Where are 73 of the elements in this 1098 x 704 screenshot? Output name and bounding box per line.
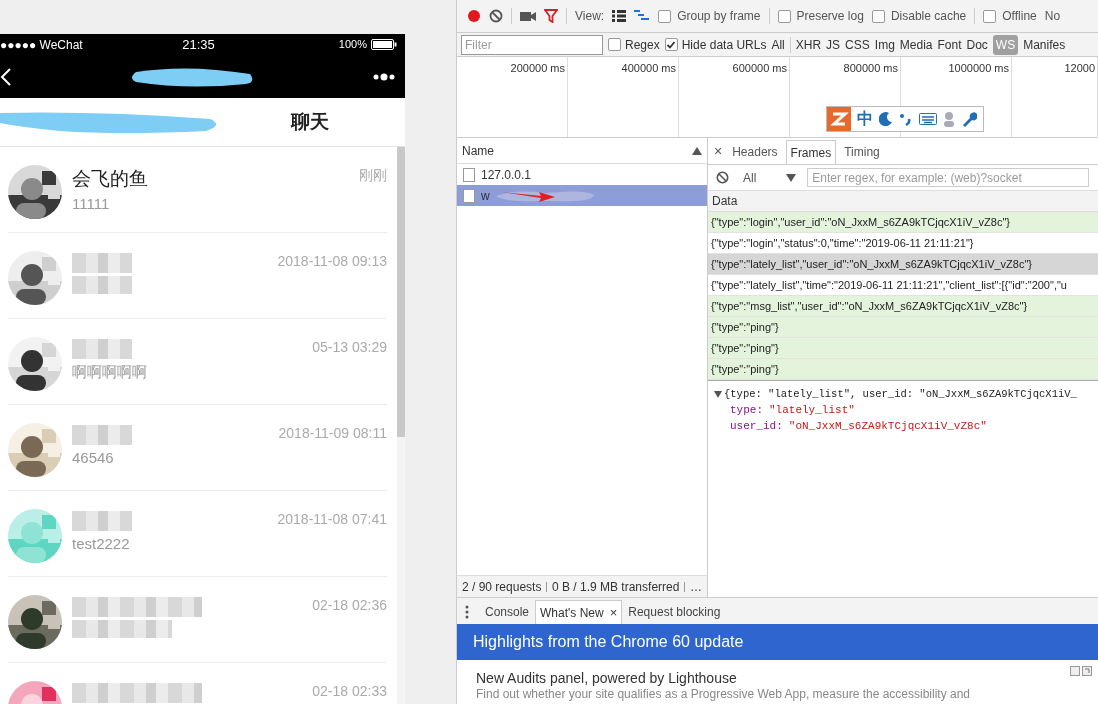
close-button[interactable]: ×: [712, 138, 725, 164]
status-text: …: [690, 578, 702, 596]
drawer-tab[interactable]: What's New ×: [535, 600, 623, 624]
frame-row[interactable]: {"type":"login","user_id":"oN_JxxM_s6ZA9kTCjqcX1iV_vZ8c"}: [708, 212, 1098, 233]
property-key: type:: [730, 402, 763, 418]
view-label: View:: [575, 8, 605, 25]
message-time: 05-13 03:29: [312, 338, 387, 357]
checkbox-label: Offline: [1002, 8, 1037, 25]
frame-row[interactable]: {"type":"lately_list","user_id":"oN_JxxM_s6ZA9kTCjqcX1iV_vZ8c"}: [708, 254, 1098, 275]
tab-close-button[interactable]: ×: [609, 602, 618, 623]
resource-type-filter[interactable]: Font: [937, 34, 962, 55]
feature-title: New Audits panel, powered by Lighthouse: [476, 669, 737, 687]
frame-row[interactable]: {"type":"ping"}: [708, 359, 1098, 380]
tab-title[interactable]: 聊天: [291, 107, 329, 137]
checkbox-label: Disable cache: [890, 8, 967, 25]
frame-row[interactable]: {"type":"msg_list","user_id":"oN_JxxM_s6ZA9kTCjqcX1iV_vZ8c"}: [708, 296, 1098, 317]
contact-name: 会飞的鱼: [72, 167, 149, 191]
resource-type-filter[interactable]: Img: [874, 34, 895, 55]
request-name: 127.0.0.1: [481, 166, 532, 184]
status-text: 2 / 90 requests: [462, 578, 542, 596]
message-preview: test2222: [72, 534, 131, 554]
column-header[interactable]: Data: [712, 192, 738, 210]
timeline-tick: 600000 ms: [732, 61, 787, 76]
timeline-tick: 400000 ms: [621, 61, 676, 76]
property-key: user_id:: [730, 418, 783, 434]
whats-new-banner: Highlights from the Chrome 60 update: [457, 624, 1098, 660]
checkbox-label: Hide data URLs: [681, 36, 767, 54]
drawer-tab[interactable]: Console: [481, 600, 534, 624]
panel-tab[interactable]: Frames: [785, 140, 837, 164]
message-time: 02-18 02:36: [312, 596, 387, 615]
message-preview: 46546: [72, 448, 115, 468]
property-value: "oN_JxxM_s6ZA9kTCjqcX1iV_vZ8c": [788, 419, 987, 434]
message-time: 2018-11-08 09:13: [277, 252, 387, 271]
property-value: "lately_list": [769, 403, 855, 418]
resource-type-filter[interactable]: Media: [899, 34, 933, 55]
request-name: w: [481, 187, 490, 205]
timeline-tick: 12000: [1064, 61, 1095, 76]
drawer-tab[interactable]: Request blocking: [624, 600, 725, 624]
resource-type-filter[interactable]: All: [771, 34, 785, 55]
frame-type-dropdown[interactable]: All: [743, 168, 797, 187]
filter-field[interactable]: Filter: [461, 34, 603, 55]
checkbox-label: Group by frame: [677, 8, 761, 25]
carrier-label: ●●●●● WeChat: [0, 36, 84, 54]
checkbox-label: Regex: [625, 36, 660, 54]
panel-tab[interactable]: Timing: [840, 140, 884, 164]
message-time: 2018-11-09 08:11: [278, 424, 387, 443]
checkbox-label: Preserve log: [796, 8, 864, 25]
resource-type-filter[interactable]: Manifes: [1023, 34, 1066, 55]
request-row[interactable]: w: [457, 185, 707, 206]
clock-time: 21:35: [182, 35, 215, 54]
message-time: 刚刚: [359, 166, 387, 185]
resource-type-filter[interactable]: XHR: [795, 34, 822, 55]
regex-field[interactable]: Enter regex, for example: (web)?socket: [807, 168, 1090, 187]
status-text: 0 B / 1.9 MB transferred: [552, 578, 680, 596]
feature-description: Find out whether your site qualifies as a Progressive Web App, measure the accessibility and: [476, 687, 971, 701]
battery-percent: 100%: [338, 37, 367, 53]
timeline-tick: 200000 ms: [510, 61, 565, 76]
resource-type-filter[interactable]: JS: [826, 34, 841, 55]
frame-row[interactable]: {"type":"ping"}: [708, 338, 1098, 359]
timeline-tick: 800000 ms: [843, 61, 898, 76]
object-summary: {type: "lately_list", user_id: "oN_JxxM_s6ZA9kTCjqcX1iV_: [724, 387, 1077, 402]
ime-mode-label[interactable]: 中: [857, 107, 873, 131]
message-preview: 11111: [72, 194, 111, 214]
frame-row[interactable]: {"type":"ping"}: [708, 317, 1098, 338]
column-header[interactable]: Name: [462, 141, 494, 160]
throttling-dropdown[interactable]: No: [1044, 7, 1061, 25]
panel-tab[interactable]: Headers: [728, 140, 782, 164]
message-time: 2018-11-08 07:41: [277, 510, 387, 529]
message-time: 02-18 02:33: [312, 682, 387, 701]
message-preview: 啊啊啊啊啊: [72, 362, 148, 382]
resource-type-filter[interactable]: Doc: [966, 34, 988, 55]
timeline-tick: 1000000 ms: [948, 61, 1009, 76]
resource-type-filter[interactable]: CSS: [845, 34, 870, 55]
